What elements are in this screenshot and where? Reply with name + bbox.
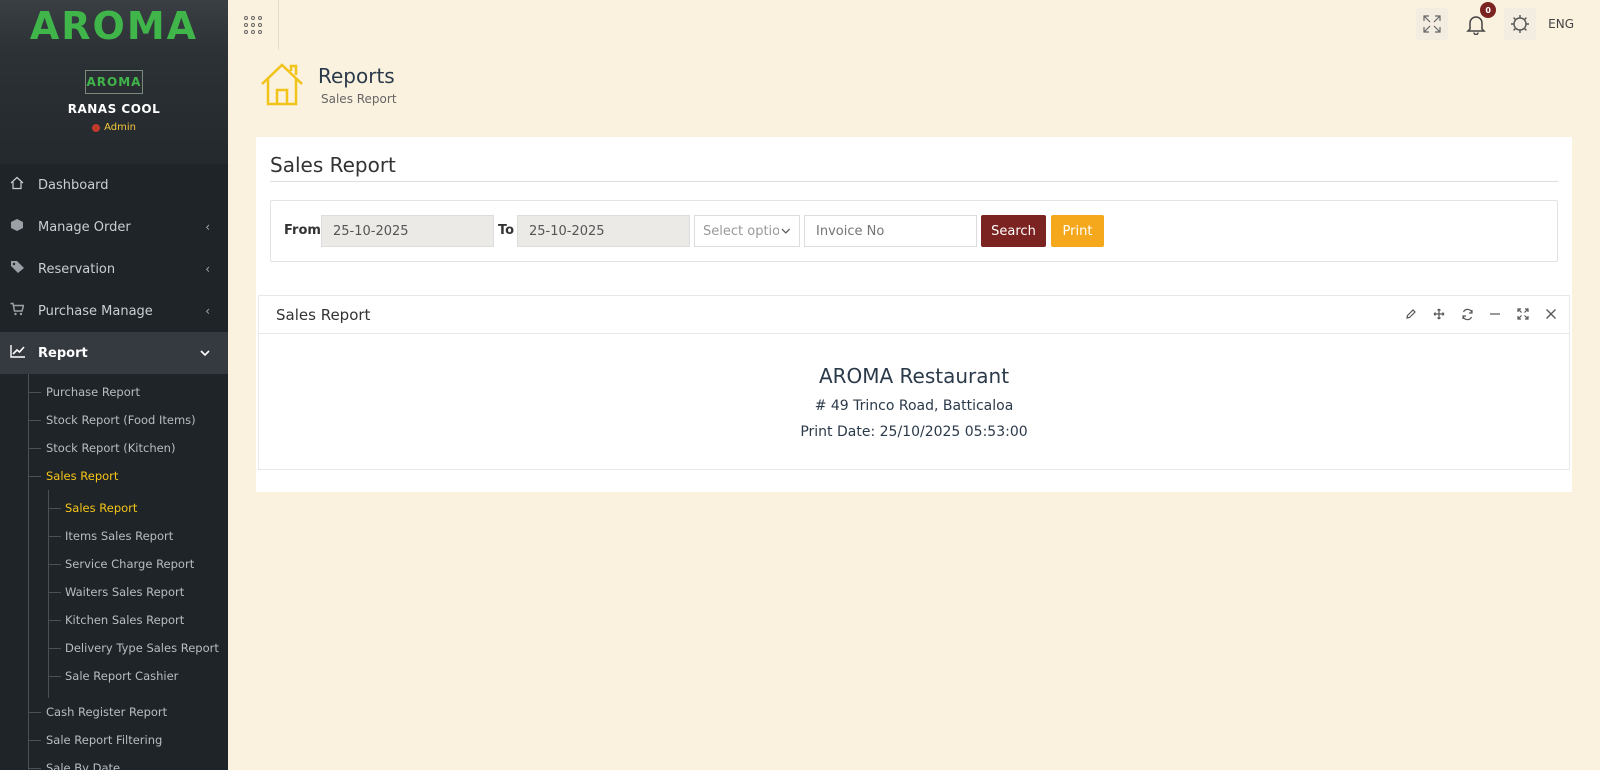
page-title: Reports bbox=[318, 64, 395, 88]
brand-logo-text: AROMA bbox=[29, 4, 199, 48]
submenu-delivery-type-sales-report[interactable]: Delivery Type Sales Report bbox=[0, 634, 228, 662]
nav-dashboard-label: Dashboard bbox=[38, 177, 109, 193]
topbar: 0 ENG bbox=[228, 0, 1600, 50]
print-button[interactable]: Print bbox=[1051, 215, 1104, 247]
invoice-no-input[interactable] bbox=[804, 215, 977, 247]
close-icon[interactable] bbox=[1543, 305, 1559, 323]
card-title: Sales Report bbox=[270, 153, 396, 177]
panel-header: Sales Report bbox=[259, 296, 1569, 334]
sales-report-card: Sales Report From 25-10-2025 To 25-10-20… bbox=[256, 137, 1572, 492]
panel-tools bbox=[1403, 305, 1559, 323]
restaurant-address: # 49 Trinco Road, Batticaloa bbox=[814, 398, 1014, 414]
chevron-left-icon: ‹ bbox=[205, 262, 210, 276]
nav-report-label: Report bbox=[38, 345, 88, 361]
notification-badge: 0 bbox=[1480, 2, 1497, 18]
filter-bar: From 25-10-2025 To 25-10-2025 Select opt… bbox=[270, 200, 1558, 262]
submenu-sale-by-date[interactable]: Sale By Date bbox=[0, 754, 228, 770]
profile-name: RANAS COOL bbox=[67, 102, 161, 116]
report-body: AROMA Restaurant # 49 Trinco Road, Batti… bbox=[259, 364, 1569, 440]
nav-reservation[interactable]: Reservation ‹ bbox=[0, 248, 228, 290]
chevron-down-icon bbox=[200, 346, 210, 360]
option-select-placeholder: Select option bbox=[703, 223, 780, 239]
submenu-waiters-sales-report[interactable]: Waiters Sales Report bbox=[0, 578, 228, 606]
option-select[interactable]: Select option bbox=[694, 215, 800, 247]
report-submenu: Purchase Report Stock Report (Food Items… bbox=[0, 374, 228, 770]
cube-icon bbox=[10, 218, 38, 236]
chevron-left-icon: ‹ bbox=[205, 220, 210, 234]
tags-icon bbox=[10, 260, 38, 278]
page-subtitle: Sales Report bbox=[321, 92, 397, 106]
page-header: Reports Sales Report bbox=[258, 60, 397, 108]
to-label: To bbox=[498, 223, 515, 238]
submenu-sales-report[interactable]: Sales Report bbox=[0, 462, 228, 490]
submenu-sale-report-filtering[interactable]: Sale Report Filtering bbox=[0, 726, 228, 754]
move-arrows-icon[interactable] bbox=[1431, 305, 1447, 323]
apps-grid-icon[interactable] bbox=[238, 10, 268, 40]
submenu-purchase-report[interactable]: Purchase Report bbox=[0, 378, 228, 406]
submenu-sale-report-cashier[interactable]: Sale Report Cashier bbox=[0, 662, 228, 690]
submenu-kitchen-sales-report[interactable]: Kitchen Sales Report bbox=[0, 606, 228, 634]
settings-gear-icon[interactable] bbox=[1504, 8, 1537, 40]
topbar-actions: 0 ENG bbox=[1416, 2, 1574, 40]
expand-icon[interactable] bbox=[1515, 305, 1531, 323]
status-dot-icon bbox=[92, 123, 101, 132]
fullscreen-icon[interactable] bbox=[1416, 8, 1449, 40]
card-divider bbox=[270, 181, 1558, 182]
panel-title: Sales Report bbox=[276, 306, 371, 324]
profile-role: Admin bbox=[92, 122, 136, 133]
nav-dashboard[interactable]: Dashboard bbox=[0, 164, 228, 206]
nav-manage-order[interactable]: Manage Order ‹ bbox=[0, 206, 228, 248]
notification-bell-icon[interactable]: 0 bbox=[1460, 2, 1497, 40]
submenu-cash-register-report[interactable]: Cash Register Report bbox=[0, 698, 228, 726]
submenu-service-charge-report[interactable]: Service Charge Report bbox=[0, 550, 228, 578]
from-label: From bbox=[284, 223, 321, 238]
nav-manage-order-label: Manage Order bbox=[38, 219, 131, 235]
home-icon bbox=[10, 176, 38, 194]
edit-pencil-icon[interactable] bbox=[1403, 305, 1419, 323]
submenu-sales-report-active[interactable]: Sales Report bbox=[0, 494, 228, 522]
user-profile: AROMA RANAS COOL Admin bbox=[0, 52, 228, 164]
refresh-icon[interactable] bbox=[1459, 305, 1475, 323]
topbar-divider bbox=[278, 0, 279, 50]
home-icon bbox=[261, 63, 303, 106]
profile-avatar: AROMA bbox=[85, 70, 143, 94]
nav-purchase-manage[interactable]: Purchase Manage ‹ bbox=[0, 290, 228, 332]
profile-role-label: Admin bbox=[104, 122, 136, 133]
cart-icon bbox=[10, 302, 38, 320]
chart-line-icon bbox=[10, 344, 38, 362]
minimize-icon[interactable] bbox=[1487, 305, 1503, 323]
to-date-input[interactable]: 25-10-2025 bbox=[517, 215, 690, 247]
nav-purchase-manage-label: Purchase Manage bbox=[38, 303, 153, 319]
nav-reservation-label: Reservation bbox=[38, 261, 116, 277]
submenu-stock-report-food[interactable]: Stock Report (Food Items) bbox=[0, 406, 228, 434]
brand-logo[interactable]: AROMA bbox=[0, 0, 228, 52]
report-panel: Sales Report AROMA Restaurant # 49 Trinc… bbox=[258, 295, 1570, 470]
submenu-items-sales-report[interactable]: Items Sales Report bbox=[0, 522, 228, 550]
from-date-input[interactable]: 25-10-2025 bbox=[321, 215, 494, 247]
print-date: Print Date: 25/10/2025 05:53:00 bbox=[800, 424, 1028, 440]
nav-report[interactable]: Report bbox=[0, 332, 228, 374]
restaurant-name: AROMA Restaurant bbox=[818, 364, 1010, 388]
submenu-stock-report-kitchen[interactable]: Stock Report (Kitchen) bbox=[0, 434, 228, 462]
search-button[interactable]: Search bbox=[981, 215, 1046, 247]
language-selector[interactable]: ENG bbox=[1548, 17, 1574, 31]
sidebar: AROMA AROMA RANAS COOL Admin Dashboard M… bbox=[0, 0, 228, 770]
chevron-left-icon: ‹ bbox=[205, 304, 210, 318]
sales-report-submenu: Sales Report Items Sales Report Service … bbox=[0, 490, 228, 698]
chevron-down-icon bbox=[781, 228, 791, 234]
